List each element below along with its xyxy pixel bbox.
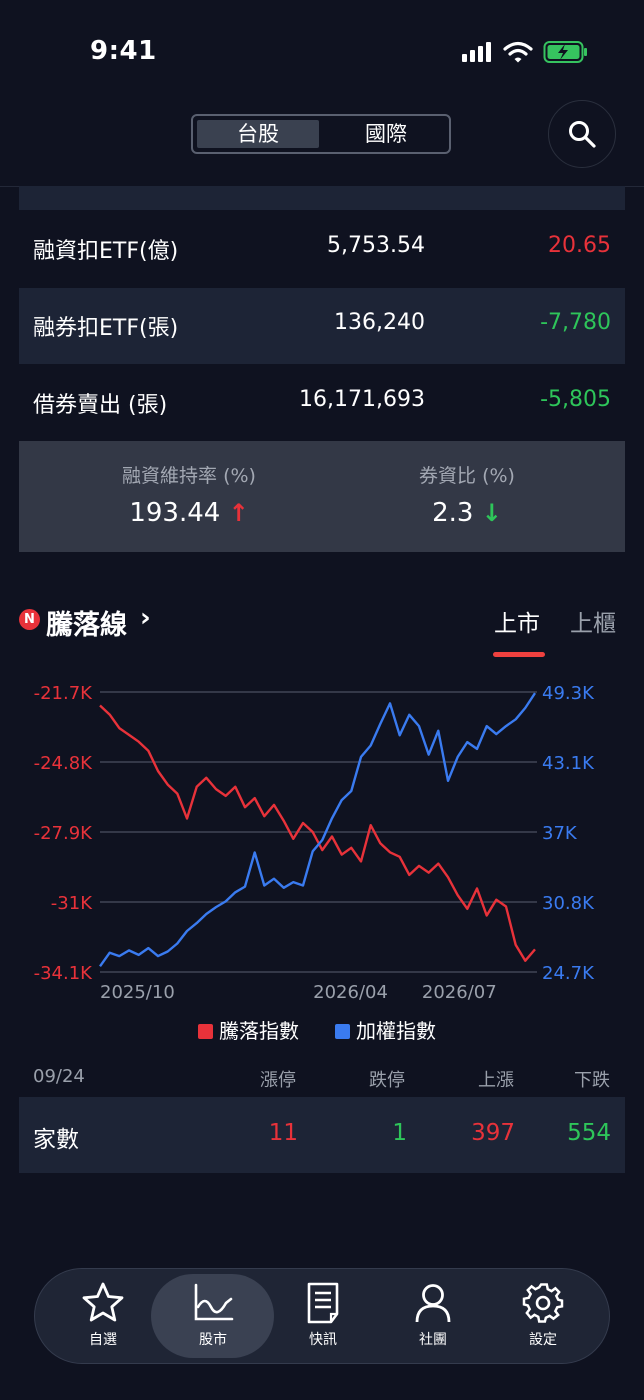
tab-international[interactable]: 國際: [325, 120, 447, 148]
person-icon: [415, 1284, 451, 1323]
y-tick-label-right: 24.7K: [542, 963, 595, 984]
nav-label: 快訊: [309, 1332, 337, 1348]
chart-icon: [194, 1283, 234, 1321]
tab-listed[interactable]: 上市: [494, 604, 540, 638]
margin-maintenance-ratio: 融資維持率 (%) 193.44 ↑: [59, 461, 319, 528]
nav-label: 自選: [89, 1332, 117, 1348]
row-label: 融資扣ETF(億): [33, 239, 179, 264]
legend-item-taiex: 加權指數: [335, 1015, 436, 1044]
row-securities-lending: 借券賣出 (張) 16,171,693 -5,805: [19, 365, 625, 441]
ratio-value: 2.3: [432, 498, 474, 528]
legend-swatch: [198, 1024, 213, 1039]
signal-icon: [462, 42, 491, 62]
star-icon: [82, 1282, 124, 1322]
battery-charging-icon: [543, 41, 587, 63]
section-title[interactable]: 騰落線: [46, 603, 127, 642]
nav-item-news[interactable]: 快訊: [268, 1269, 378, 1363]
document-icon: [307, 1282, 339, 1324]
nav-label: 設定: [529, 1332, 557, 1348]
row-change: 20.65: [548, 233, 611, 258]
stats-header-advances: 上漲: [478, 1070, 514, 1091]
y-tick-label-right: 43.1K: [542, 753, 595, 774]
bottom-nav: 自選 股市 快訊 社團 設定: [34, 1268, 610, 1364]
row-change: -7,780: [540, 310, 611, 335]
y-tick-label-right: 49.3K: [542, 683, 595, 704]
ratio-value: 193.44: [129, 498, 221, 528]
row-label: 借券賣出 (張): [33, 393, 168, 418]
x-tick-label: 2025/10: [100, 982, 175, 1003]
new-badge: N: [19, 609, 40, 630]
advance-decline-chart: -21.7K 49.3K -24.8K 43.1K -27.9K 37K -31K 30.8K…: [34, 683, 595, 1003]
tab-otc[interactable]: 上櫃: [570, 604, 616, 638]
y-tick-label-left: -24.8K: [34, 753, 94, 774]
tab-taiwan-stocks[interactable]: 台股: [197, 120, 319, 148]
y-tick-label-left: -21.7K: [34, 683, 94, 704]
row-value: 5,753.54: [327, 233, 425, 258]
legend-label: 加權指數: [356, 1019, 436, 1043]
y-tick-label-right: 30.8K: [542, 893, 595, 914]
stats-declines-count: 554: [567, 1120, 611, 1146]
gear-icon: [522, 1283, 564, 1323]
stats-limit-up-count: 11: [268, 1120, 298, 1146]
stats-date: 09/24: [33, 1066, 85, 1087]
status-time: 9:41: [90, 36, 157, 66]
search-button[interactable]: [548, 100, 616, 168]
stats-header-limit-up: 漲停: [260, 1070, 296, 1091]
nav-label: 股市: [199, 1332, 227, 1348]
x-tick-label: 2026/04: [313, 982, 388, 1003]
wifi-icon: [503, 41, 533, 63]
stats-limit-down-count: 1: [392, 1120, 407, 1146]
x-tick-label: 2026/07: [422, 982, 497, 1003]
row-value: 16,171,693: [299, 387, 425, 412]
stats-header-declines: 下跌: [574, 1070, 610, 1091]
stats-advances-count: 397: [471, 1120, 515, 1146]
series-line-taiex: [99, 692, 537, 967]
legend-item-adl: 騰落指數: [198, 1015, 299, 1044]
market-segmented-control: 台股 國際: [191, 114, 451, 154]
y-tick-label-left: -27.9K: [34, 823, 94, 844]
chevron-right-icon[interactable]: ›: [140, 603, 151, 633]
arrow-up-icon: ↑: [228, 499, 249, 527]
stats-row: 家數 11 1 397 554: [19, 1097, 625, 1173]
ratio-label: 融資維持率 (%): [122, 465, 256, 487]
legend-swatch: [335, 1024, 350, 1039]
stats-header-limit-down: 跌停: [369, 1070, 405, 1091]
row-change: -5,805: [540, 387, 611, 412]
row-shade-partial: [19, 186, 625, 210]
arrow-down-icon: ↓: [481, 499, 502, 527]
nav-item-settings[interactable]: 設定: [488, 1269, 598, 1363]
nav-label: 社團: [419, 1332, 447, 1348]
legend-label: 騰落指數: [219, 1019, 299, 1043]
row-value: 136,240: [334, 310, 425, 335]
short-margin-ratio: 券資比 (%) 2.3 ↓: [337, 461, 597, 528]
ratio-label: 券資比 (%): [419, 465, 515, 487]
y-tick-label-right: 37K: [542, 823, 578, 844]
y-tick-label-left: -31K: [51, 893, 93, 914]
search-icon: [569, 121, 596, 148]
active-tab-indicator: [493, 652, 545, 657]
row-short-etf: 融券扣ETF(張) 136,240 -7,780: [19, 288, 625, 364]
y-tick-label-left: -34.1K: [34, 963, 94, 984]
ratio-panel: 融資維持率 (%) 193.44 ↑ 券資比 (%) 2.3 ↓: [19, 441, 625, 552]
nav-item-community[interactable]: 社團: [378, 1269, 488, 1363]
stats-row-label: 家數: [33, 1127, 79, 1153]
nav-item-watchlist[interactable]: 自選: [48, 1269, 158, 1363]
nav-item-market[interactable]: 股市: [158, 1269, 268, 1363]
row-label: 融券扣ETF(張): [33, 316, 179, 341]
row-margin-etf: 融資扣ETF(億) 5,753.54 20.65: [19, 211, 625, 287]
